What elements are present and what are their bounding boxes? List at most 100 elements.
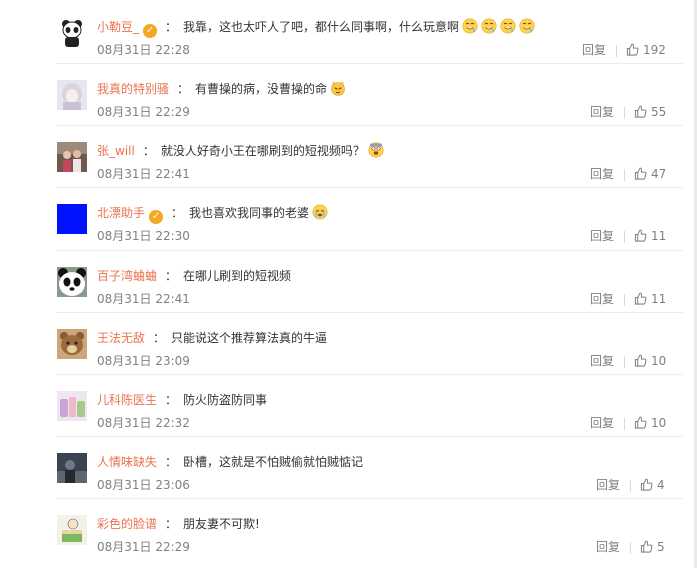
like-count: 10 [651, 416, 667, 430]
comment-time: 08月31日 23:06 [97, 478, 190, 492]
avatar[interactable] [57, 204, 87, 234]
comment-time: 08月31日 22:41 [97, 292, 190, 306]
action-divider [616, 45, 617, 57]
reply-button[interactable]: 回复 [596, 477, 620, 493]
comment-text: 防火防盗防同事 [183, 393, 268, 407]
colon-separator: ： [165, 393, 178, 407]
comment-item: 彩色的脸谱 ： 朋友妻不可欺! 08月31日 22:29 回复 5 [0, 505, 697, 567]
reply-button[interactable]: 回复 [590, 291, 614, 307]
thumbs-up-icon [634, 292, 647, 305]
drool-face-emoji [462, 18, 478, 34]
like-button[interactable]: 11 [634, 228, 666, 244]
avatar[interactable] [57, 267, 87, 297]
comment-separator [56, 63, 683, 64]
comment-body: 小勒豆_ ✓ ： 我靠，这也太吓人了吧，都什么同事啊，什么玩意啊 [97, 18, 535, 38]
comment-item: 人情味缺失 ： 卧槽，这就是不怕贼偷就怕贼惦记 08月31日 23:06 回复 4 [0, 443, 697, 505]
drool-face-emoji [500, 18, 516, 34]
comment-body: 人情味缺失 ： 卧槽，这就是不怕贼偷就怕贼惦记 [97, 453, 363, 471]
comment-time: 08月31日 22:29 [97, 540, 190, 554]
like-button[interactable]: 11 [634, 291, 666, 307]
like-button[interactable]: 10 [634, 415, 666, 431]
avatar[interactable] [57, 80, 87, 110]
reply-button[interactable]: 回复 [590, 228, 614, 244]
reply-button[interactable]: 回复 [590, 353, 614, 369]
username-link[interactable]: 王法无敌 [97, 331, 145, 345]
like-button[interactable]: 55 [634, 104, 666, 120]
like-button[interactable]: 5 [640, 539, 665, 555]
comment-text: 我也喜欢我同事的老婆 [189, 206, 310, 220]
scared-face-emoji [368, 142, 384, 158]
reply-button[interactable]: 回复 [596, 539, 620, 555]
colon-separator: ： [165, 20, 178, 34]
drool-face-emoji [519, 18, 535, 34]
colon-separator: ： [171, 206, 184, 220]
comment-text: 有曹操的病，没曹操的命 [195, 82, 328, 96]
like-count: 11 [651, 292, 667, 306]
thumbs-up-icon [626, 43, 639, 56]
comment-text: 只能说这个推荐算法真的牛逼 [171, 331, 328, 345]
username-link[interactable]: 小勒豆_ [97, 20, 139, 34]
avatar[interactable] [57, 18, 87, 48]
like-count: 11 [651, 229, 667, 243]
action-divider [624, 107, 625, 119]
comment-item: 我真的特别骚 ： 有曹操的病，没曹操的命 08月31日 22:29 回复 55 [0, 70, 697, 132]
like-count: 192 [643, 43, 666, 57]
like-count: 5 [657, 540, 665, 554]
reply-button[interactable]: 回复 [590, 166, 614, 182]
comment-body: 百子湾蛐蛐 ： 在哪儿刷到的短视频 [97, 267, 291, 285]
like-button[interactable]: 47 [634, 166, 666, 182]
like-count: 47 [651, 167, 667, 181]
username-link[interactable]: 张_will [97, 144, 135, 158]
colon-separator: ： [153, 331, 166, 345]
avatar[interactable] [57, 329, 87, 359]
reply-button[interactable]: 回复 [582, 42, 606, 58]
comment-text: 在哪儿刷到的短视频 [183, 269, 292, 283]
action-divider [624, 356, 625, 368]
like-button[interactable]: 192 [626, 42, 666, 58]
username-link[interactable]: 北漂助手 [97, 206, 145, 220]
comment-item: 王法无敌 ： 只能说这个推荐算法真的牛逼 08月31日 23:09 回复 10 [0, 319, 697, 381]
action-divider [624, 169, 625, 181]
like-count: 10 [651, 354, 667, 368]
username-link[interactable]: 儿科陈医生 [97, 393, 157, 407]
like-button[interactable]: 10 [634, 353, 666, 369]
comment-text: 就没人好奇小王在哪刷到的短视频吗？ [160, 144, 365, 158]
avatar[interactable] [57, 515, 87, 545]
like-button[interactable]: 4 [640, 477, 665, 493]
comment-time: 08月31日 22:32 [97, 416, 190, 430]
avatar[interactable] [57, 391, 87, 421]
avatar[interactable] [57, 142, 87, 172]
comment-body: 张_will ： 就没人好奇小王在哪刷到的短视频吗？ [97, 142, 384, 160]
comment-text: 我靠，这也太吓人了吧，都什么同事啊，什么玩意啊 [183, 20, 460, 34]
action-divider [624, 231, 625, 243]
verified-badge-icon: ✓ [149, 210, 164, 224]
thumbs-up-icon [634, 167, 647, 180]
thumbs-up-icon [634, 105, 647, 118]
username-link[interactable]: 我真的特别骚 [97, 82, 169, 96]
comment-item: 北漂助手 ✓ ： 我也喜欢我同事的老婆 08月31日 22:30 回复 11 [0, 194, 697, 256]
cat-face-emoji [330, 80, 346, 96]
username-link[interactable]: 人情味缺失 [97, 455, 157, 469]
comment-time: 08月31日 22:29 [97, 105, 190, 119]
comment-item: 张_will ： 就没人好奇小王在哪刷到的短视频吗？ 08月31日 22:41 回复 47 [0, 132, 697, 194]
reply-button[interactable]: 回复 [590, 104, 614, 120]
thumbs-up-icon [640, 540, 653, 553]
verified-badge-icon: ✓ [143, 24, 158, 38]
thumbs-up-icon [634, 229, 647, 242]
username-link[interactable]: 百子湾蛐蛐 [97, 269, 157, 283]
comment-body: 彩色的脸谱 ： 朋友妻不可欺! [97, 515, 260, 533]
comment-time: 08月31日 23:09 [97, 354, 190, 368]
action-divider [624, 418, 625, 430]
colon-separator: ： [142, 144, 155, 158]
comment-separator [56, 187, 683, 188]
comment-separator [56, 374, 683, 375]
colon-separator: ： [177, 82, 190, 96]
thumbs-up-icon [640, 478, 653, 491]
colon-separator: ： [165, 517, 178, 531]
reply-button[interactable]: 回复 [590, 415, 614, 431]
action-divider [630, 480, 631, 492]
username-link[interactable]: 彩色的脸谱 [97, 517, 157, 531]
comment-body: 我真的特别骚 ： 有曹操的病，没曹操的命 [97, 80, 346, 98]
avatar[interactable] [57, 453, 87, 483]
drool-face-emoji [481, 18, 497, 34]
